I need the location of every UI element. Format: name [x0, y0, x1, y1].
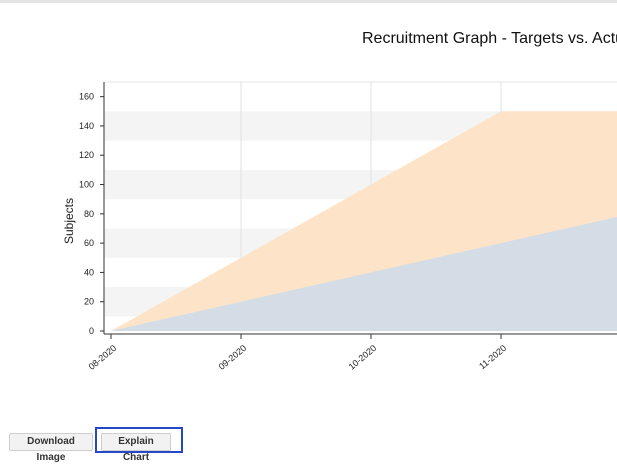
y-tick-label: 20: [84, 297, 94, 307]
y-tick-label: 40: [84, 267, 94, 277]
x-tick-labels: 08-2020 09-2020 10-2020 11-2020: [87, 334, 508, 372]
x-tick-label: 10-2020: [347, 343, 379, 372]
x-tick-label: 11-2020: [477, 343, 508, 371]
y-tick-label: 0: [89, 326, 94, 336]
y-tick-label: 140: [79, 121, 94, 131]
x-tick-label: 09-2020: [217, 343, 249, 372]
download-image-button[interactable]: Download Image: [9, 433, 93, 463]
y-axis-label: Subjects: [62, 198, 76, 244]
explain-chart-button[interactable]: Explain Chart: [101, 433, 171, 463]
y-tick-label: 80: [84, 209, 94, 219]
chart-svg: 0 20 40 60 80 100 120 140 160 08-2020 09-2020 10-2…: [62, 81, 617, 372]
y-tick-labels: 0 20 40 60 80 100 120 140 160: [79, 92, 104, 336]
y-tick-label: 120: [79, 150, 94, 160]
x-tick-label: 08-2020: [87, 343, 119, 372]
y-tick-label: 100: [79, 180, 94, 190]
y-tick-label: 60: [84, 238, 94, 248]
series-areas: [111, 111, 617, 331]
y-tick-label: 160: [79, 92, 94, 102]
